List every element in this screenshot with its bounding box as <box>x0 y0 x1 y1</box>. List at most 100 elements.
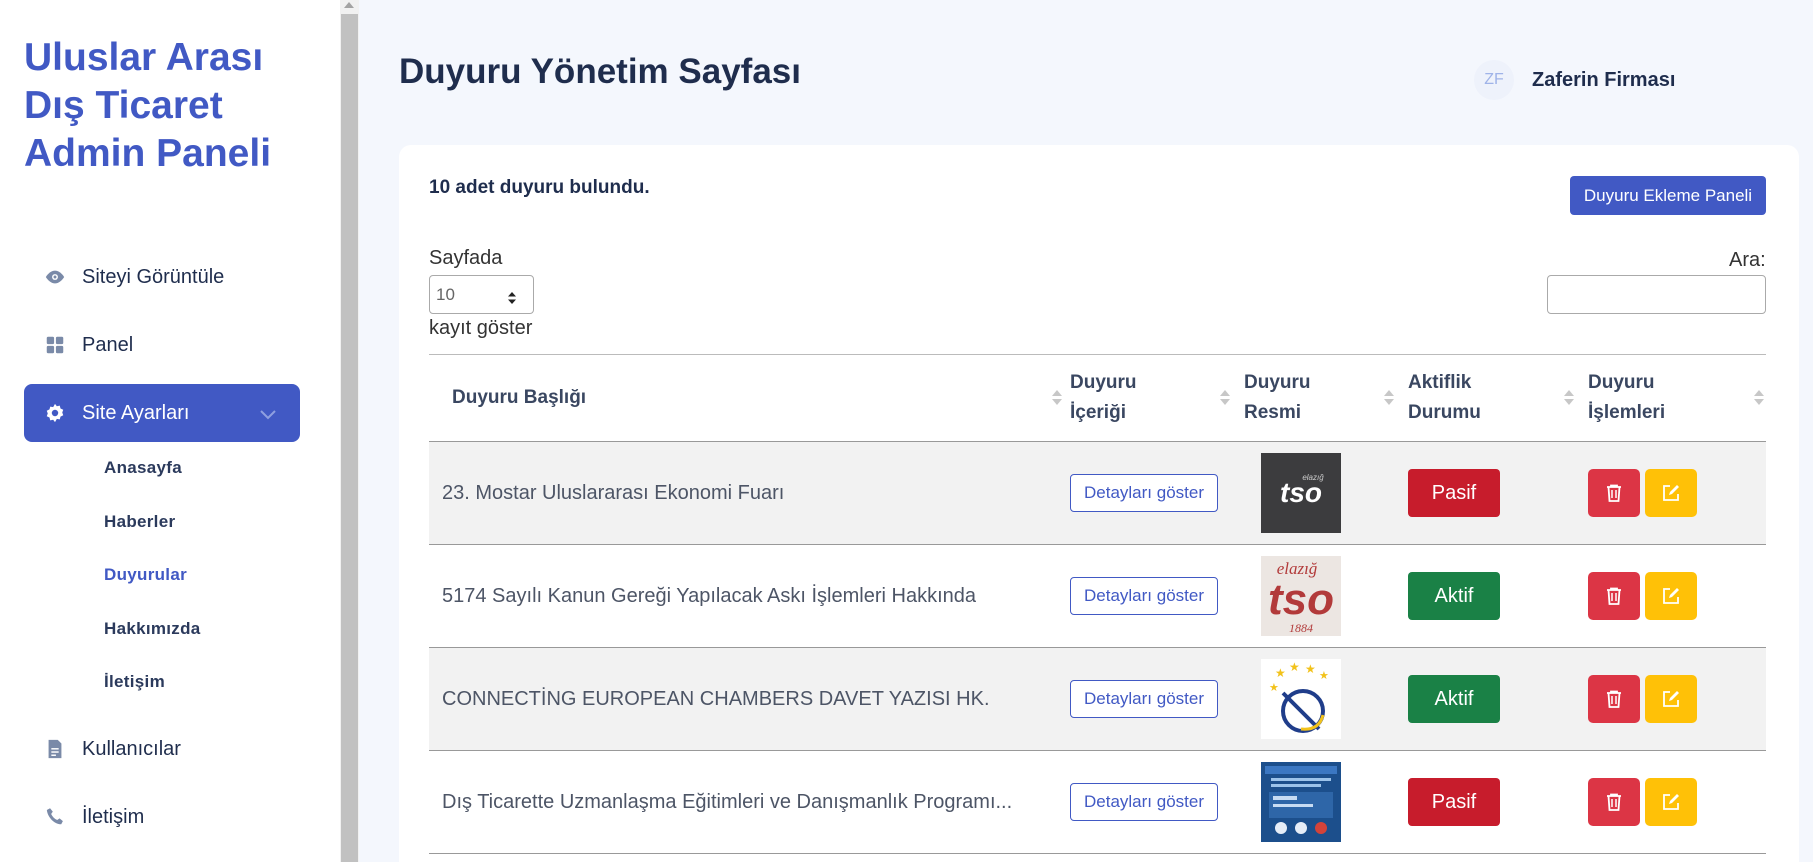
sort-icon <box>1220 390 1230 408</box>
column-header-status[interactable]: Aktiflik Durumu <box>1408 354 1588 442</box>
submenu-item-duyurular[interactable]: Duyurular <box>104 565 187 585</box>
sidebar-item-site-settings[interactable]: Site Ayarları <box>24 384 300 442</box>
scrollbar-thumb[interactable] <box>341 14 358 862</box>
sidebar-scrollbar[interactable] <box>340 0 359 862</box>
trash-icon <box>1607 690 1621 708</box>
trash-icon <box>1607 484 1621 502</box>
svg-text:★: ★ <box>1319 670 1329 682</box>
avatar[interactable]: ZF <box>1474 60 1514 100</box>
sidebar-item-label: İletişim <box>82 805 145 828</box>
document-icon <box>24 738 82 760</box>
eye-icon <box>24 266 82 288</box>
sort-icon <box>1564 390 1574 408</box>
sort-icon <box>1754 390 1764 408</box>
page-length-label: Sayfada <box>429 247 503 269</box>
edit-icon <box>1663 691 1679 707</box>
submenu-item-hakkimizda[interactable]: Hakkımızda <box>104 619 201 639</box>
gear-icon <box>24 402 82 424</box>
table-row: 5174 Sayılı Kanun Gereği Yapılacak Askı … <box>429 544 1766 648</box>
sidebar-item-contact[interactable]: İletişim <box>24 788 300 846</box>
search-input[interactable] <box>1547 275 1766 314</box>
show-details-button[interactable]: Detayları göster <box>1070 783 1218 821</box>
submenu-item-iletisim[interactable]: İletişim <box>104 672 165 692</box>
table-row: 23. Mostar Uluslararası Ekonomi Fuarı De… <box>429 441 1766 545</box>
grid-icon <box>24 334 82 356</box>
sort-icon <box>1384 390 1394 408</box>
page-title: Duyuru Yönetim Sayfası <box>399 52 801 91</box>
trash-icon <box>1607 587 1621 605</box>
svg-text:1884: 1884 <box>1289 621 1313 635</box>
select-arrows-icon <box>507 289 517 309</box>
svg-text:elazığ: elazığ <box>1302 473 1324 482</box>
user-name[interactable]: Zaferin Firması <box>1532 69 1675 92</box>
announcements-card: 10 adet duyuru bulundu. Duyuru Ekleme Pa… <box>399 145 1799 862</box>
column-header-title[interactable]: Duyuru Başlığı <box>429 354 1070 442</box>
page-length-select[interactable]: 10 <box>429 275 534 314</box>
row-title: CONNECTİNG EUROPEAN CHAMBERS DAVET YAZIS… <box>429 647 1070 751</box>
announcements-table: Duyuru Başlığı Duyuru İçeriği Duyuru Res… <box>429 354 1766 854</box>
sidebar: Uluslar Arası Dış Ticaret Admin Paneli S… <box>0 0 340 862</box>
chevron-down-icon <box>260 403 276 426</box>
header-text: Duyuru Başlığı <box>452 387 587 408</box>
svg-text:★: ★ <box>1275 666 1286 680</box>
edit-icon <box>1663 794 1679 810</box>
scroll-up-arrow-icon[interactable] <box>344 2 354 8</box>
submenu-item-anasayfa[interactable]: Anasayfa <box>104 458 182 478</box>
sidebar-item-view-site[interactable]: Siteyi Görüntüle <box>24 248 300 306</box>
brand-line: Admin Paneli <box>24 132 272 175</box>
program-poster-image <box>1261 762 1341 842</box>
edit-icon <box>1663 485 1679 501</box>
delete-button[interactable] <box>1588 675 1640 723</box>
edit-button[interactable] <box>1645 469 1697 517</box>
status-button[interactable]: Aktif <box>1408 572 1500 620</box>
show-details-button[interactable]: Detayları göster <box>1070 680 1218 718</box>
status-button[interactable]: Pasif <box>1408 778 1500 826</box>
elazig-tso-logo-image: elazığ tso 1884 <box>1261 556 1341 636</box>
sidebar-item-label: Siteyi Görüntüle <box>82 265 225 288</box>
edit-button[interactable] <box>1645 572 1697 620</box>
submenu-item-haberler[interactable]: Haberler <box>104 512 175 532</box>
edit-icon <box>1663 588 1679 604</box>
sidebar-item-users[interactable]: Kullanıcılar <box>24 720 300 778</box>
svg-text:★: ★ <box>1269 682 1279 694</box>
svg-text:★: ★ <box>1305 662 1316 676</box>
show-details-button[interactable]: Detayları göster <box>1070 474 1218 512</box>
svg-text:★: ★ <box>1289 660 1300 674</box>
add-announcement-button[interactable]: Duyuru Ekleme Paneli <box>1570 176 1766 215</box>
page-length-suffix: kayıt göster <box>429 317 533 339</box>
sidebar-item-label: Kullanıcılar <box>82 737 181 760</box>
header-text: Duyuru <box>1588 372 1655 393</box>
delete-button[interactable] <box>1588 572 1640 620</box>
search-label: Ara: <box>1729 249 1766 271</box>
delete-button[interactable] <box>1588 778 1640 826</box>
delete-button[interactable] <box>1588 469 1640 517</box>
header-text: İşlemleri <box>1588 402 1666 423</box>
header-text: Durumu <box>1408 402 1481 423</box>
page-length-value: 10 <box>436 284 455 304</box>
edit-button[interactable] <box>1645 675 1697 723</box>
status-button[interactable]: Aktif <box>1408 675 1500 723</box>
status-button[interactable]: Pasif <box>1408 469 1500 517</box>
table-row: CONNECTİNG EUROPEAN CHAMBERS DAVET YAZIS… <box>429 647 1766 751</box>
svg-text:tso: tso <box>1268 575 1334 624</box>
column-header-content[interactable]: Duyuru İçeriği <box>1070 354 1244 442</box>
edit-button[interactable] <box>1645 778 1697 826</box>
row-title: Dış Ticarette Uzmanlaşma Eğitimleri ve D… <box>429 750 1070 854</box>
row-title: 23. Mostar Uluslararası Ekonomi Fuarı <box>429 441 1070 545</box>
eu-stars-logo-image: ★ ★ ★ ★ ★ <box>1261 659 1341 739</box>
header-text: Aktiflik <box>1408 372 1472 393</box>
sort-icon <box>1052 390 1062 408</box>
row-title: 5174 Sayılı Kanun Gereği Yapılacak Askı … <box>429 544 1070 648</box>
sidebar-item-label: Site Ayarları <box>82 401 190 424</box>
column-header-image[interactable]: Duyuru Resmi <box>1244 354 1408 442</box>
sidebar-item-panel[interactable]: Panel <box>24 316 300 374</box>
brand-line: Uluslar Arası <box>24 36 264 79</box>
tso-logo-image: tso elazığ <box>1261 453 1341 533</box>
phone-icon <box>24 806 82 828</box>
show-details-button[interactable]: Detayları göster <box>1070 577 1218 615</box>
sidebar-item-label: Panel <box>82 333 134 356</box>
brand-title: Uluslar Arası Dış Ticaret Admin Paneli <box>24 34 324 178</box>
header-text: Duyuru <box>1070 372 1137 393</box>
trash-icon <box>1607 793 1621 811</box>
column-header-actions[interactable]: Duyuru İşlemleri <box>1588 354 1766 442</box>
